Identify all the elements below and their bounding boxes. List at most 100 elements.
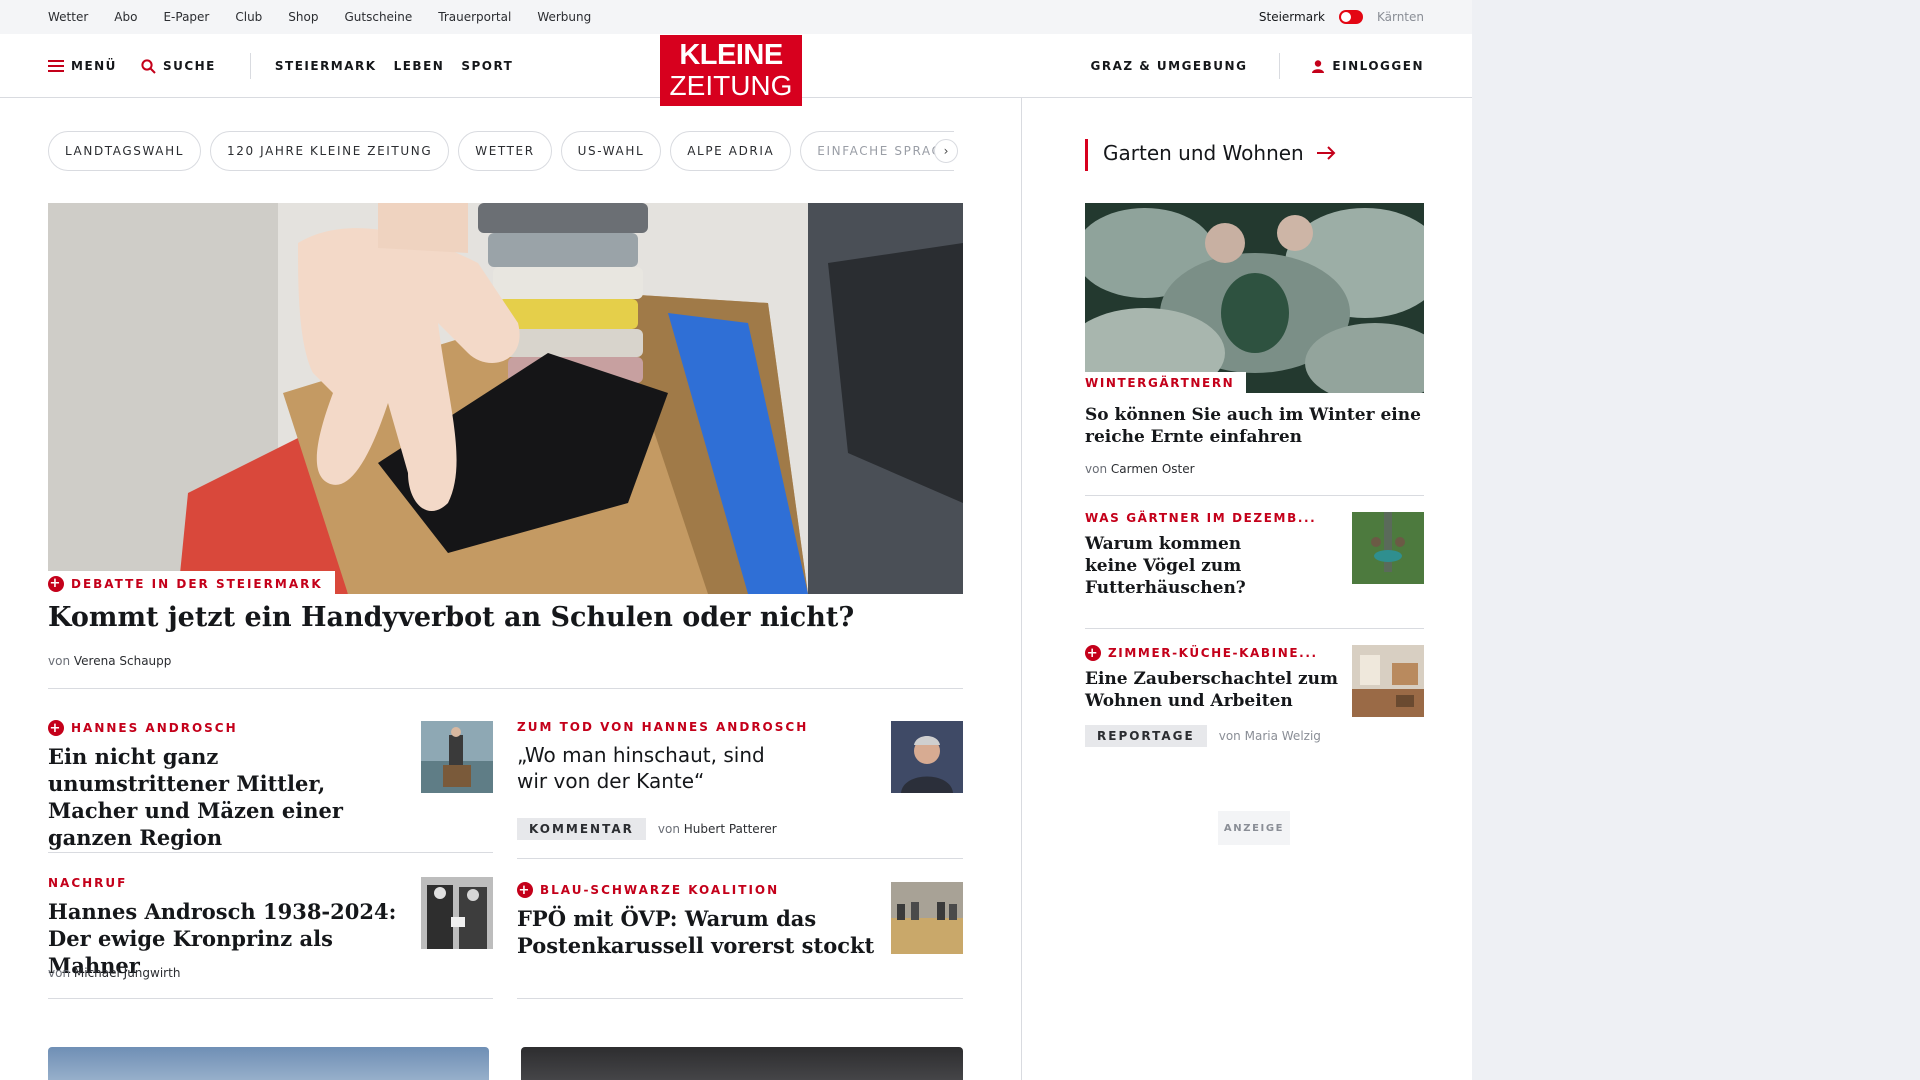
pill-us-wahl[interactable]: US-WAHL xyxy=(560,131,662,171)
menu-button[interactable]: MENÜ xyxy=(48,59,117,73)
article1-thumbnail[interactable] xyxy=(421,721,493,793)
logo[interactable]: KLEINE ZEITUNG xyxy=(660,35,802,106)
article4-thumbnail[interactable] xyxy=(891,882,963,954)
region-switch: Steiermark Kärnten xyxy=(1259,0,1424,34)
sidebar-lead-kicker[interactable]: WINTERGÄRTNERN xyxy=(1085,376,1234,390)
hero-kicker-text: DEBATTE IN DER STEIERMARK xyxy=(71,576,323,591)
logo-line1: KLEINE xyxy=(679,39,783,71)
region-toggle[interactable] xyxy=(1338,10,1363,24)
section-accent-bar xyxy=(1085,139,1088,171)
pill-alpe-adria[interactable]: ALPE ADRIA xyxy=(670,131,792,171)
article3-kicker[interactable]: NACHRUF xyxy=(48,876,127,890)
pill-120-jahre[interactable]: 120 JAHRE KLEINE ZEITUNG xyxy=(210,131,450,171)
teaser-image-right[interactable] xyxy=(521,1047,963,1080)
sidebar-lead-title[interactable]: So können Sie auch im Winter eine reiche… xyxy=(1085,404,1424,448)
plus-icon: + xyxy=(517,882,533,898)
region-inactive-label[interactable]: Kärnten xyxy=(1377,10,1424,24)
link-werbung[interactable]: Werbung xyxy=(537,10,591,24)
hamburger-icon xyxy=(48,60,64,72)
link-trauerportal[interactable]: Trauerportal xyxy=(438,10,511,24)
link-gutscheine[interactable]: Gutscheine xyxy=(344,10,412,24)
login-button[interactable]: EINLOGGEN xyxy=(1312,59,1424,73)
section-header[interactable]: Garten und Wohnen xyxy=(1103,141,1336,165)
sidebar-item2-thumbnail[interactable] xyxy=(1352,645,1424,717)
link-wetter[interactable]: Wetter xyxy=(48,10,88,24)
plus-icon: + xyxy=(48,575,64,592)
search-button[interactable]: SUCHE xyxy=(141,58,216,74)
ad-label: ANZEIGE xyxy=(1218,811,1290,845)
sidebar-item2-by-prefix: von xyxy=(1218,729,1241,743)
hero-title[interactable]: Kommt jetzt ein Handyverbot an Schulen o… xyxy=(48,600,963,636)
article2-author[interactable]: Hubert Patterer xyxy=(684,822,777,836)
nav-steiermark[interactable]: STEIERMARK xyxy=(275,59,377,73)
article2-kicker[interactable]: ZUM TOD VON HANNES ANDROSCH xyxy=(517,720,808,734)
link-club[interactable]: Club xyxy=(235,10,262,24)
main-header: MENÜ SUCHE STEIERMARK LEBEN SPORT KLEINE… xyxy=(0,34,1472,106)
article3-by-prefix: von xyxy=(48,966,71,980)
header-nav: MENÜ SUCHE STEIERMARK LEBEN SPORT xyxy=(48,34,513,98)
hero-image[interactable] xyxy=(48,203,963,594)
article3-photo xyxy=(421,877,493,949)
link-shop[interactable]: Shop xyxy=(288,10,318,24)
hero-photo xyxy=(48,203,963,594)
page-background xyxy=(1472,0,1920,1080)
region-active-label[interactable]: Steiermark xyxy=(1259,10,1325,24)
article1-photo xyxy=(421,721,493,793)
hero-kicker-box: + DEBATTE IN DER STEIERMARK xyxy=(48,571,335,596)
menu-label: MENÜ xyxy=(71,59,117,73)
sidebar-item1-thumbnail[interactable] xyxy=(1352,512,1424,584)
link-abo[interactable]: Abo xyxy=(114,10,137,24)
teaser-image-left[interactable] xyxy=(48,1047,489,1080)
article2-quote[interactable]: „Wo man hinschaut, sind wir von der Kant… xyxy=(517,742,767,794)
sidebar-item2-kicker[interactable]: + ZIMMER-KÜCHE-KABINE... xyxy=(1085,645,1318,661)
utility-bar: Wetter Abo E-Paper Club Shop Gutscheine … xyxy=(0,0,1472,34)
pill-einfache-sprache[interactable]: EINFACHE SPRACHE xyxy=(800,131,955,171)
user-icon xyxy=(1312,59,1325,73)
nav-leben[interactable]: LEBEN xyxy=(394,59,445,73)
reportage-tag: REPORTAGE xyxy=(1085,725,1207,747)
link-epaper[interactable]: E-Paper xyxy=(163,10,209,24)
article2-thumbnail[interactable] xyxy=(891,721,963,793)
article1-title[interactable]: Ein nicht ganz unumstrittener Mittler, M… xyxy=(48,743,388,851)
kale-photo xyxy=(1085,203,1424,393)
article4-kicker[interactable]: + BLAU-SCHWARZE KOALITION xyxy=(517,882,779,898)
divider xyxy=(1085,628,1424,629)
nav-sport[interactable]: SPORT xyxy=(461,59,513,73)
sidebar-lead-kicker-box: WINTERGÄRTNERN xyxy=(1085,372,1247,394)
header-divider-right xyxy=(1279,53,1281,79)
utility-links: Wetter Abo E-Paper Club Shop Gutscheine … xyxy=(48,0,591,34)
divider xyxy=(48,852,493,853)
divider xyxy=(517,858,963,859)
bird-feeder-photo xyxy=(1352,512,1424,584)
article4-title[interactable]: FPÖ mit ÖVP: Warum das Postenkarussell v… xyxy=(517,905,877,959)
hero-by-prefix: von xyxy=(48,654,71,668)
article1-kicker-text: HANNES ANDROSCH xyxy=(71,721,238,735)
article1-kicker[interactable]: + HANNES ANDROSCH xyxy=(48,720,238,736)
pill-landtagswahl[interactable]: LANDTAGSWAHL xyxy=(48,131,202,171)
hero-author[interactable]: Verena Schaupp xyxy=(74,654,172,668)
article4-kicker-text: BLAU-SCHWARZE KOALITION xyxy=(540,883,780,897)
sidebar-item1-kicker[interactable]: WAS GÄRTNER IM DEZEMB... xyxy=(1085,511,1316,525)
sidebar-item1-title[interactable]: Warum kommen keine Vögel zum Futterhäusc… xyxy=(1085,533,1295,599)
article3-thumbnail[interactable] xyxy=(421,877,493,949)
chevron-right-icon: › xyxy=(943,144,949,158)
sidebar-lead-image[interactable] xyxy=(1085,203,1424,393)
sidebar-item2-author[interactable]: Maria Welzig xyxy=(1245,729,1321,743)
article3-author[interactable]: Michael Jungwirth xyxy=(74,966,181,980)
sidebar-lead-author[interactable]: Carmen Oster xyxy=(1111,462,1195,476)
page: Wetter Abo E-Paper Club Shop Gutscheine … xyxy=(0,0,1472,1080)
sidebar-lead-by-prefix: von xyxy=(1085,462,1108,476)
hero-kicker[interactable]: + DEBATTE IN DER STEIERMARK xyxy=(48,575,323,592)
pills-next-button[interactable]: › xyxy=(934,139,958,163)
column-divider xyxy=(1021,98,1022,1080)
plus-icon: + xyxy=(1085,645,1101,661)
login-label: EINLOGGEN xyxy=(1332,59,1424,73)
pill-wetter[interactable]: WETTER xyxy=(458,131,552,171)
sidebar-item2-title[interactable]: Eine Zauberschachtel zum Wohnen und Arbe… xyxy=(1085,668,1345,712)
arrow-right-icon xyxy=(1316,146,1336,160)
location-link[interactable]: GRAZ & UMGEBUNG xyxy=(1091,59,1248,73)
article4-photo xyxy=(891,882,963,954)
divider xyxy=(48,688,963,689)
sidebar-item2-byline: von Maria Welzig xyxy=(1219,729,1321,743)
search-label: SUCHE xyxy=(162,59,216,73)
